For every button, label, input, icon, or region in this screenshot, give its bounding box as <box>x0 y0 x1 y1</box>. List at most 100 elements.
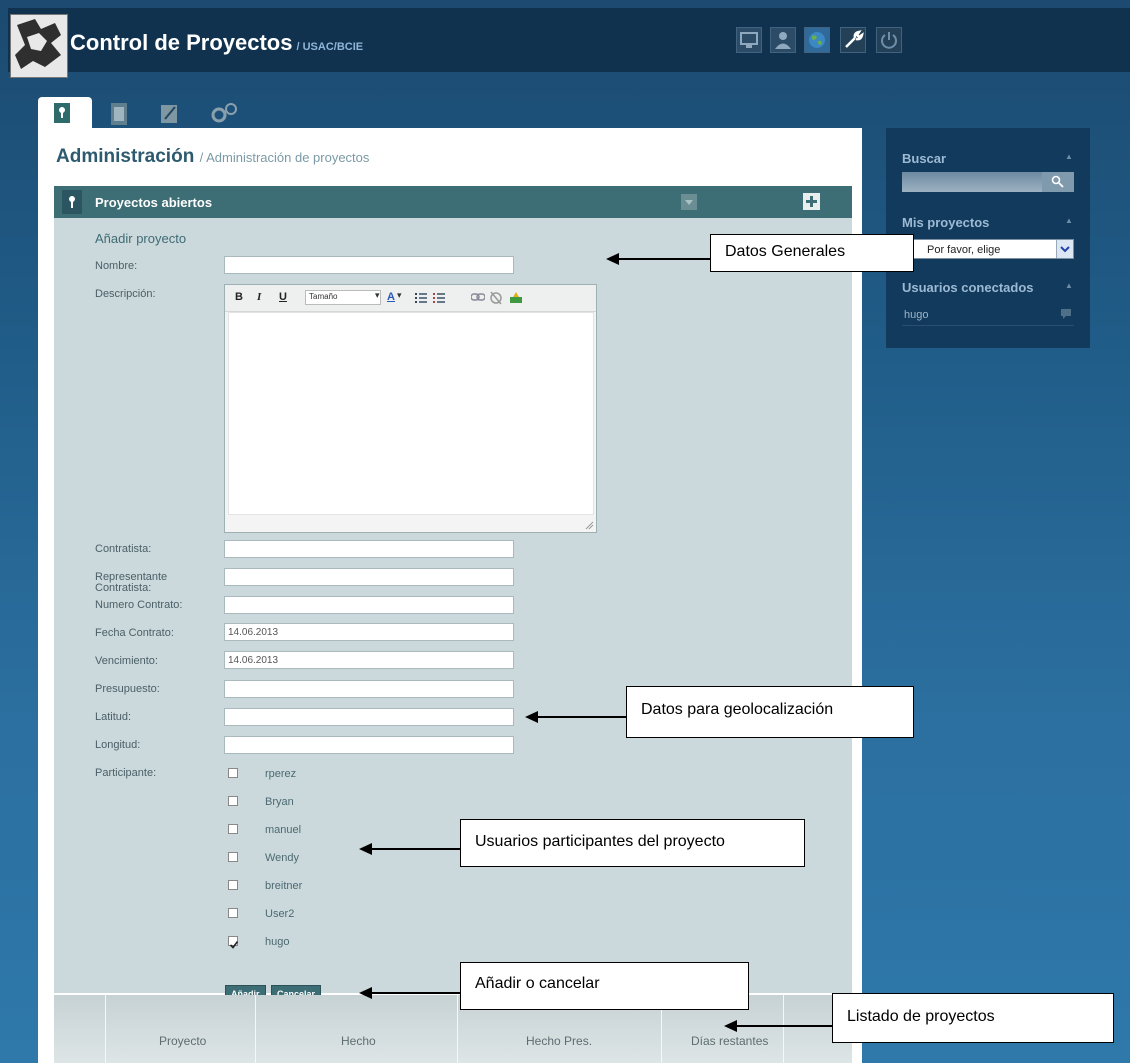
unlink-icon[interactable] <box>489 289 503 305</box>
italic-button[interactable]: I <box>257 291 261 303</box>
presupuesto-input[interactable] <box>224 680 514 698</box>
participant-label: breitner <box>265 880 303 892</box>
participant-checkbox-wendy[interactable] <box>228 852 238 862</box>
descripcion-editor[interactable]: B I U Tamaño ▾ A ▾ <box>224 284 597 533</box>
collapse-search-icon[interactable]: ▲ <box>1065 152 1073 161</box>
resize-handle-icon[interactable] <box>585 521 594 530</box>
arrow-line <box>537 716 626 718</box>
search-button[interactable] <box>1042 172 1074 192</box>
numero-contrato-label: Numero Contrato: <box>95 599 183 611</box>
presupuesto-label: Presupuesto: <box>95 683 160 695</box>
settings-tab-icon <box>211 103 237 123</box>
my-projects-select-value: Por favor, elige <box>927 244 1001 256</box>
callout-datos-generales: Datos Generales <box>710 234 914 272</box>
participant-label: manuel <box>265 824 302 836</box>
longitud-input[interactable] <box>224 736 514 754</box>
participant-checkbox-rperez[interactable] <box>228 768 238 778</box>
power-icon[interactable] <box>876 27 902 53</box>
numero-contrato-input[interactable] <box>224 596 514 614</box>
contratista-input[interactable] <box>224 540 514 558</box>
section-projects-icon <box>62 190 82 214</box>
fecha-contrato-label: Fecha Contrato: <box>95 627 174 639</box>
user-icon[interactable] <box>770 27 796 53</box>
column-header-proyecto[interactable]: Proyecto <box>159 1034 206 1048</box>
bullet-list-icon[interactable] <box>415 292 427 303</box>
wrench-icon[interactable] <box>840 27 866 53</box>
underline-button[interactable]: U <box>279 291 287 303</box>
section-title: Proyectos abiertos <box>95 195 213 210</box>
search-input[interactable] <box>902 172 1042 192</box>
arrow-line <box>736 1025 832 1027</box>
fecha-contrato-input[interactable] <box>224 623 514 641</box>
chat-icon[interactable] <box>1060 308 1072 320</box>
column-divider <box>105 995 106 1063</box>
column-header-hecho[interactable]: Hecho <box>341 1034 376 1048</box>
participant-label: Wendy <box>265 852 300 864</box>
callout-usuarios: Usuarios participantes del proyecto <box>460 819 805 867</box>
connected-user-name: hugo <box>904 309 929 321</box>
contratista-label: Contratista: <box>95 543 152 555</box>
checkmark-icon <box>229 941 239 949</box>
tab-edit[interactable] <box>151 97 187 130</box>
search-title: Buscar <box>902 151 947 166</box>
app-title: Control de Proyectos / USAC/BCIE <box>70 30 364 55</box>
breadcrumb: / Administración de proyectos <box>199 150 370 165</box>
app-logo[interactable] <box>10 14 68 78</box>
my-projects-title: Mis proyectos <box>902 215 990 230</box>
tab-clipboard[interactable] <box>101 97 137 130</box>
column-divider <box>783 995 784 1063</box>
column-header-dias-restantes[interactable]: Días restantes <box>691 1034 768 1048</box>
participant-label: User2 <box>265 908 295 920</box>
representante-label: Representante Contratista: <box>95 571 168 594</box>
column-divider <box>255 995 256 1063</box>
link-icon[interactable] <box>471 293 485 302</box>
representante-input[interactable] <box>224 568 514 586</box>
participant-checkbox-bryan[interactable] <box>228 796 238 806</box>
editor-text-area[interactable] <box>228 312 594 515</box>
callout-geolocalizacion: Datos para geolocalización <box>626 686 914 738</box>
participant-checkbox-breitner[interactable] <box>228 880 238 890</box>
edit-tab-icon <box>161 105 177 123</box>
participant-label: Bryan <box>265 796 294 808</box>
image-icon[interactable] <box>509 290 523 304</box>
descripcion-label: Descripción: <box>95 288 156 300</box>
participant-checkbox-manuel[interactable] <box>228 824 238 834</box>
tab-settings[interactable] <box>203 97 239 130</box>
participant-checkbox-hugo[interactable] <box>228 936 239 949</box>
tab-projects[interactable] <box>38 97 92 130</box>
dropdown-arrow-icon: ▾ <box>375 290 380 300</box>
collapse-connected-icon[interactable]: ▲ <box>1065 281 1073 290</box>
participant-label: hugo <box>265 936 290 948</box>
connected-user-row[interactable]: hugo <box>902 305 1074 326</box>
participant-label: rperez <box>265 768 297 780</box>
my-projects-select[interactable]: Por favor, elige <box>902 239 1074 259</box>
column-header-hecho-pres[interactable]: Hecho Pres. <box>526 1034 592 1048</box>
collapse-my-projects-icon[interactable]: ▲ <box>1065 216 1073 225</box>
numbered-list-icon[interactable] <box>433 292 445 303</box>
vencimiento-input[interactable] <box>224 651 514 669</box>
participant-checkbox-user2[interactable] <box>228 908 238 918</box>
clipboard-tab-icon <box>111 103 127 125</box>
add-project-icon[interactable] <box>803 193 820 210</box>
arrow-line <box>371 992 460 994</box>
callout-listado: Listado de proyectos <box>832 993 1114 1043</box>
connected-users-title: Usuarios conectados <box>902 280 1034 295</box>
monitor-icon[interactable] <box>736 27 762 53</box>
participante-label: Participante: <box>95 767 157 779</box>
nombre-input[interactable] <box>224 256 514 274</box>
column-divider <box>457 995 458 1063</box>
longitud-label: Longitud: <box>95 739 141 751</box>
latitud-label: Latitud: <box>95 711 132 723</box>
size-select-label: Tamaño <box>309 292 338 301</box>
form-title: Añadir proyecto <box>95 231 187 246</box>
app-subtitle: / USAC/BCIE <box>296 41 364 53</box>
font-color-button[interactable]: A <box>387 291 395 303</box>
select-arrow-icon <box>1056 240 1073 258</box>
collapse-icon[interactable] <box>681 194 697 210</box>
search-icon <box>1051 175 1064 188</box>
bold-button[interactable]: B <box>235 291 243 303</box>
arrow-line <box>618 258 710 260</box>
globe-icon[interactable] <box>804 27 830 53</box>
latitud-input[interactable] <box>224 708 514 726</box>
size-select[interactable]: Tamaño <box>305 290 381 305</box>
